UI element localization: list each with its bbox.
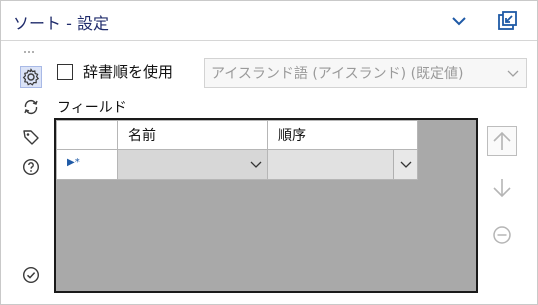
toolbar-cycle-button[interactable]	[20, 96, 42, 118]
sort-config-panel: ソート - 設定 辞書順を使用 アイスランド語 (アイスランド) (既定値) フ…	[0, 0, 538, 305]
arrow-up-icon	[493, 131, 511, 150]
toolbar-help-button[interactable]	[20, 156, 42, 178]
panel-header: ソート - 設定	[1, 1, 537, 41]
help-icon	[22, 158, 40, 176]
column-header-order[interactable]: 順序	[267, 120, 418, 150]
drag-grip-icon	[24, 51, 34, 53]
tag-icon	[23, 130, 39, 145]
fields-section-label: フィールド	[57, 100, 127, 116]
dictionary-order-checkbox[interactable]	[57, 63, 73, 80]
left-toolbar	[1, 42, 43, 304]
new-row-indicator[interactable]: ▶*	[56, 149, 118, 180]
cycle-icon	[24, 99, 38, 115]
toolbar-ok-button[interactable]	[20, 264, 42, 286]
fields-table: 名前 順序 ▶*	[56, 120, 418, 180]
language-select-value: アイスランド語 (アイスランド) (既定値)	[211, 66, 464, 82]
table-row: ▶*	[56, 149, 418, 180]
new-row-marker: ▶*	[67, 157, 80, 168]
sort-order-dropdown[interactable]	[267, 149, 418, 180]
language-select[interactable]: アイスランド語 (アイスランド) (既定値)	[204, 58, 527, 88]
remove-row-button[interactable]	[487, 220, 517, 250]
remove-icon	[493, 226, 511, 244]
dock-window-icon	[498, 11, 517, 30]
toolbar-annotation-button[interactable]	[20, 126, 42, 148]
move-up-button[interactable]	[487, 126, 517, 156]
chevron-down-icon	[250, 161, 262, 168]
dictionary-order-option[interactable]: 辞書順を使用	[57, 61, 173, 82]
panel-title: ソート - 設定	[13, 14, 109, 33]
chevron-down-icon	[400, 161, 412, 168]
fields-grid: 名前 順序 ▶*	[54, 118, 478, 293]
chevron-down-icon	[452, 17, 466, 26]
toolbar-settings-button[interactable]	[20, 66, 42, 88]
field-name-dropdown[interactable]	[117, 149, 268, 180]
dock-button[interactable]	[495, 9, 519, 33]
dictionary-order-label: 辞書順を使用	[83, 63, 174, 81]
chevron-down-icon	[507, 70, 519, 77]
gear-icon	[22, 68, 40, 86]
move-down-button[interactable]	[487, 173, 517, 203]
collapse-button[interactable]	[447, 9, 471, 33]
arrow-down-icon	[493, 179, 511, 198]
column-header-selector	[56, 120, 118, 150]
column-header-name[interactable]: 名前	[117, 120, 268, 150]
checkmark-icon	[22, 266, 40, 284]
